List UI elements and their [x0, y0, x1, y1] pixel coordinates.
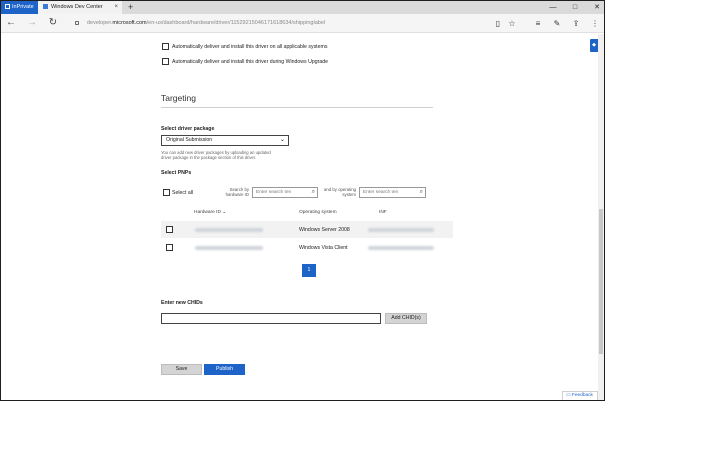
page-content: ◆ Automatically deliver and install this… [1, 34, 598, 400]
tab-close-button[interactable]: × [114, 1, 118, 14]
back-icon[interactable]: ← [4, 15, 18, 31]
table-row[interactable]: Windows Server 2008 [161, 221, 453, 238]
side-panel-button[interactable]: ◆ [590, 39, 598, 52]
targeting-heading: Targeting [161, 93, 196, 103]
redacted-inf [368, 228, 434, 232]
search-os-input[interactable]: Enter search ten ⌕ [359, 187, 426, 198]
redacted-inf [368, 246, 434, 250]
select-package-label: Select driver package [161, 126, 215, 132]
chevron-down-icon: ⌄ [279, 137, 285, 143]
publish-button[interactable]: Publish [204, 364, 245, 375]
address-bar[interactable]: developer.microsoft.com/en-us/dashboard/… [69, 16, 489, 31]
feedback-button[interactable]: ▭ Feedback [562, 391, 598, 400]
page-1-button[interactable]: 1 [302, 264, 316, 277]
vertical-scrollbar[interactable] [598, 34, 604, 400]
maximize-button[interactable]: □ [568, 1, 582, 14]
search-os-placeholder: Enter search ten [363, 190, 399, 195]
auto-deliver-all-label: Automatically deliver and install this d… [172, 44, 328, 50]
close-window-button[interactable]: ✕ [590, 1, 604, 14]
reading-view-icon[interactable]: ▯ [491, 16, 505, 31]
search-os-label: and by operating system [323, 187, 356, 197]
search-hwid-input[interactable]: Enter search ten ⌕ [252, 187, 318, 198]
inprivate-icon [5, 3, 10, 9]
select-all-label: Select all [172, 190, 194, 196]
sort-chevron-icon: ⌄ [222, 210, 227, 215]
section-divider [161, 107, 433, 108]
redacted-hardware-id [195, 246, 263, 250]
url-domain: microsoft.com [112, 20, 147, 26]
column-operating-system[interactable]: Operating system [299, 210, 337, 215]
web-note-icon[interactable]: ✎ [550, 16, 564, 31]
lock-icon [75, 21, 79, 25]
inprivate-badge: InPrivate [1, 1, 38, 14]
hub-icon[interactable]: ≡ [531, 16, 545, 31]
favorite-star-icon[interactable]: ☆ [505, 16, 519, 31]
tab-windows-dev-center[interactable]: Windows Dev Center × [38, 1, 122, 14]
auto-deliver-upgrade-checkbox[interactable] [162, 58, 169, 65]
package-help-text: You can add new driver packages by uploa… [161, 150, 271, 160]
feedback-label: Feedback [571, 393, 593, 398]
url-prefix: developer. [87, 20, 113, 26]
url-path: /en-us/dashboard/hardware/driver/1152921… [146, 20, 326, 26]
select-all-checkbox[interactable] [163, 189, 170, 196]
table-row[interactable]: Windows Vista Client [161, 239, 453, 256]
auto-deliver-upgrade-label: Automatically deliver and install this d… [172, 59, 328, 65]
column-inf[interactable]: INF [379, 210, 387, 215]
enter-chids-label: Enter new CHIDs [161, 300, 203, 306]
driver-package-value: Original Submission [166, 137, 213, 143]
row-checkbox[interactable] [166, 244, 173, 251]
redacted-hardware-id [195, 228, 263, 232]
title-bar: InPrivate Windows Dev Center × + — □ ✕ [1, 1, 604, 14]
column-hardware-id-label: Hardware ID [194, 210, 221, 215]
search-hwid-label: Search by hardware ID [225, 187, 249, 197]
new-tab-button[interactable]: + [128, 1, 133, 13]
minimize-button[interactable]: — [546, 1, 560, 14]
refresh-icon[interactable]: ↻ [46, 15, 60, 31]
navigation-bar: ← → ↻ developer.microsoft.com/en-us/dash… [1, 14, 604, 33]
add-chids-button[interactable]: Add CHID(s) [385, 313, 427, 324]
column-hardware-id[interactable]: Hardware ID ⌄ [194, 210, 226, 215]
auto-deliver-all-checkbox[interactable] [162, 43, 169, 50]
feedback-icon: ▭ [566, 393, 571, 398]
more-menu-icon[interactable]: ⋮ [588, 16, 602, 31]
browser-window: InPrivate Windows Dev Center × + — □ ✕ ←… [0, 0, 605, 401]
tab-title: Windows Dev Center [51, 4, 103, 10]
scrollbar-thumb[interactable] [599, 209, 603, 354]
share-icon[interactable]: ⇪ [569, 16, 583, 31]
favicon-icon [43, 3, 48, 9]
save-button[interactable]: Save [161, 364, 202, 375]
search-icon: ⌕ [311, 189, 315, 195]
search-hwid-placeholder: Enter search ten [256, 190, 292, 195]
row-checkbox[interactable] [166, 226, 173, 233]
chids-input[interactable] [161, 313, 381, 324]
select-pnps-label: Select PNPs [161, 170, 192, 176]
row-os: Windows Server 2008 [299, 227, 350, 233]
forward-icon[interactable]: → [25, 15, 39, 31]
driver-package-select[interactable]: Original Submission ⌄ [161, 135, 289, 146]
row-os: Windows Vista Client [299, 245, 348, 251]
search-icon: ⌕ [419, 189, 423, 195]
inprivate-label: InPrivate [12, 4, 34, 10]
